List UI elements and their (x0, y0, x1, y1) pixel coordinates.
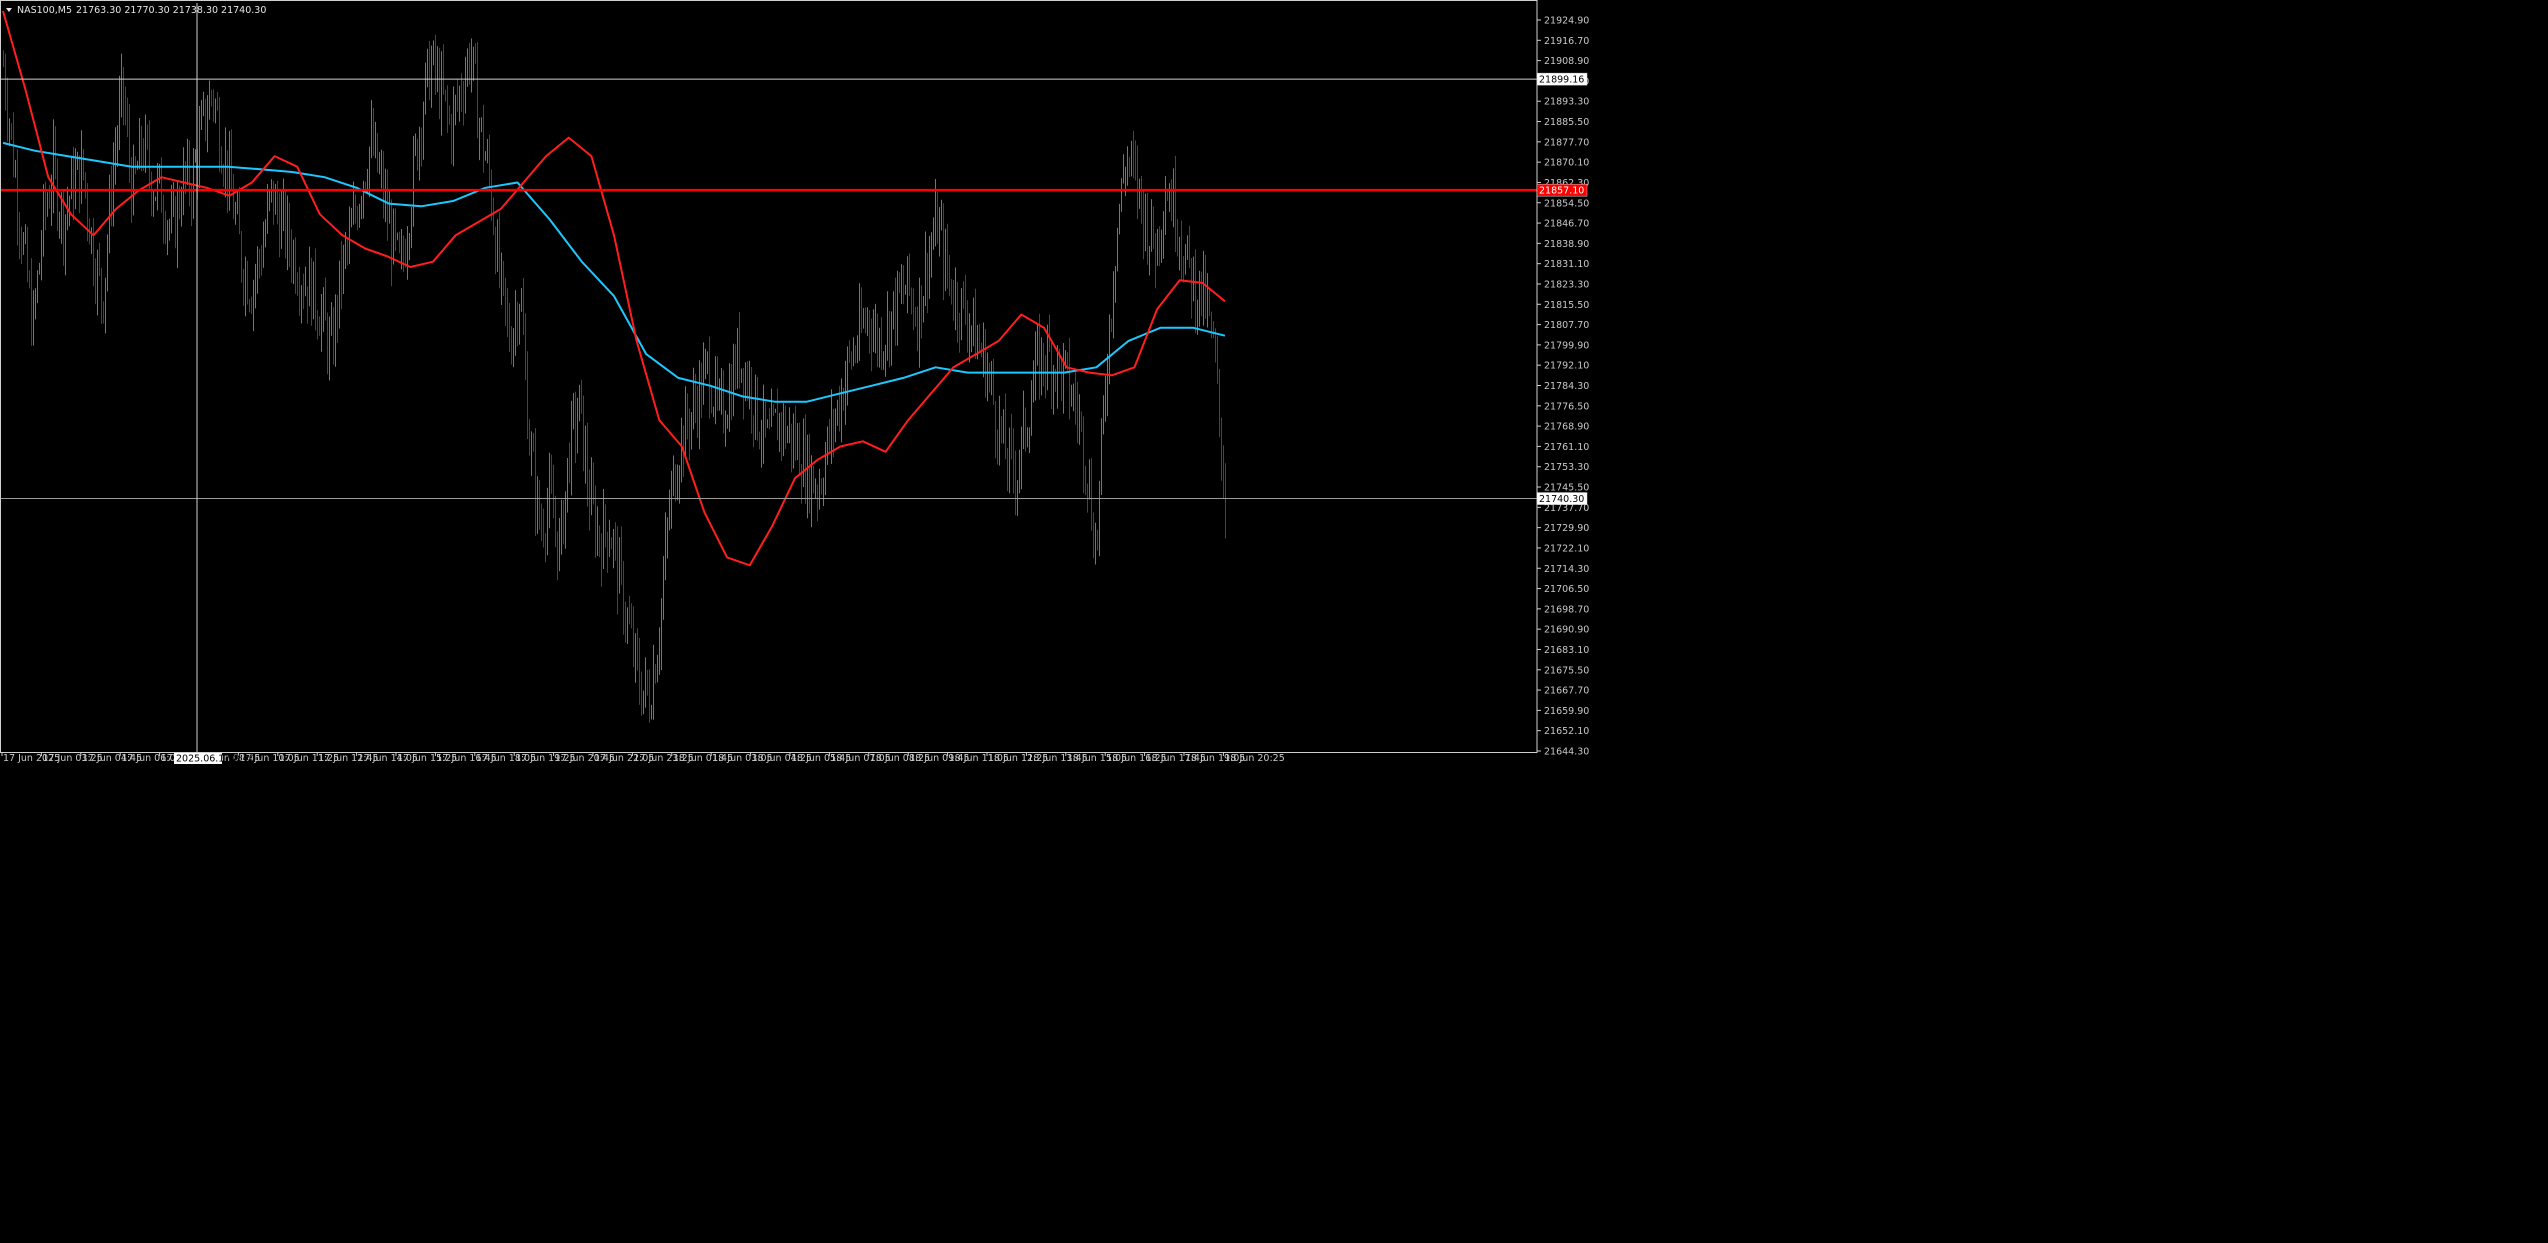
y-tick-label: 21768.90 (1544, 422, 1589, 433)
y-tick-label: 21683.10 (1544, 645, 1589, 656)
crosshair-time-box: 2025.06.17 8:40 (174, 753, 255, 765)
y-tick-label: 21761.10 (1544, 442, 1589, 453)
y-tick-label: 21885.50 (1544, 117, 1589, 128)
chart-canvas[interactable]: 21924.9021916.7021908.9021901.1021893.30… (0, 0, 2548, 1243)
y-tick-label: 21652.10 (1544, 726, 1589, 737)
y-tick-label: 21807.70 (1544, 320, 1589, 331)
svg-text:21857.10: 21857.10 (1539, 186, 1584, 197)
y-tick-label: 21729.90 (1544, 523, 1589, 534)
chart-background (0, 0, 2548, 1243)
y-tick-label: 21675.50 (1544, 665, 1589, 676)
y-tick-label: 21815.50 (1544, 300, 1589, 311)
symbol-header: NAS100,M5 21763.30 21770.30 21738.30 217… (6, 5, 266, 16)
y-tick-label: 21831.10 (1544, 259, 1589, 270)
y-tick-label: 21776.50 (1544, 401, 1589, 412)
crosshair-price-box: 21899.16 (1536, 72, 1588, 86)
y-tick-label: 21706.50 (1544, 584, 1589, 595)
y-tick-label: 21690.90 (1544, 625, 1589, 636)
y-tick-label: 21893.30 (1544, 97, 1589, 108)
y-tick-label: 21924.90 (1544, 16, 1589, 27)
y-tick-label: 21753.30 (1544, 462, 1589, 473)
y-tick-label: 21698.70 (1544, 604, 1589, 615)
y-tick-label: 21823.30 (1544, 279, 1589, 290)
svg-text:21899.16: 21899.16 (1539, 75, 1584, 86)
y-tick-label: 21908.90 (1544, 56, 1589, 67)
y-tick-label: 21916.70 (1544, 36, 1589, 47)
svg-text:21740.30: 21740.30 (1539, 494, 1584, 505)
y-tick-label: 21870.10 (1544, 158, 1589, 169)
y-tick-label: 21784.30 (1544, 381, 1589, 392)
y-tick-label: 21877.70 (1544, 137, 1589, 148)
y-tick-label: 21792.10 (1544, 361, 1589, 372)
svg-text:2025.06.17 8:40: 2025.06.17 8:40 (176, 754, 255, 765)
y-tick-label: 21667.70 (1544, 686, 1589, 697)
symbol-label: NAS100,M5 (17, 5, 72, 16)
y-tick-label: 21846.70 (1544, 219, 1589, 230)
y-tick-label: 21745.50 (1544, 483, 1589, 494)
y-tick-label: 21799.90 (1544, 340, 1589, 351)
y-tick-label: 21644.30 (1544, 747, 1589, 758)
y-tick-label: 21659.90 (1544, 706, 1589, 717)
y-tick-label: 21838.90 (1544, 239, 1589, 250)
current-price-box: 21740.30 (1536, 492, 1588, 505)
ohlc-label: 21763.30 21770.30 21738.30 21740.30 (76, 5, 266, 16)
y-tick-label: 21722.10 (1544, 543, 1589, 554)
y-tick-label: 21714.30 (1544, 564, 1589, 575)
bid-level-price-box: 21857.10 (1536, 183, 1588, 197)
x-tick-label: 18 Jun 20:25 (1224, 753, 1284, 764)
y-tick-label: 21854.50 (1544, 198, 1589, 209)
